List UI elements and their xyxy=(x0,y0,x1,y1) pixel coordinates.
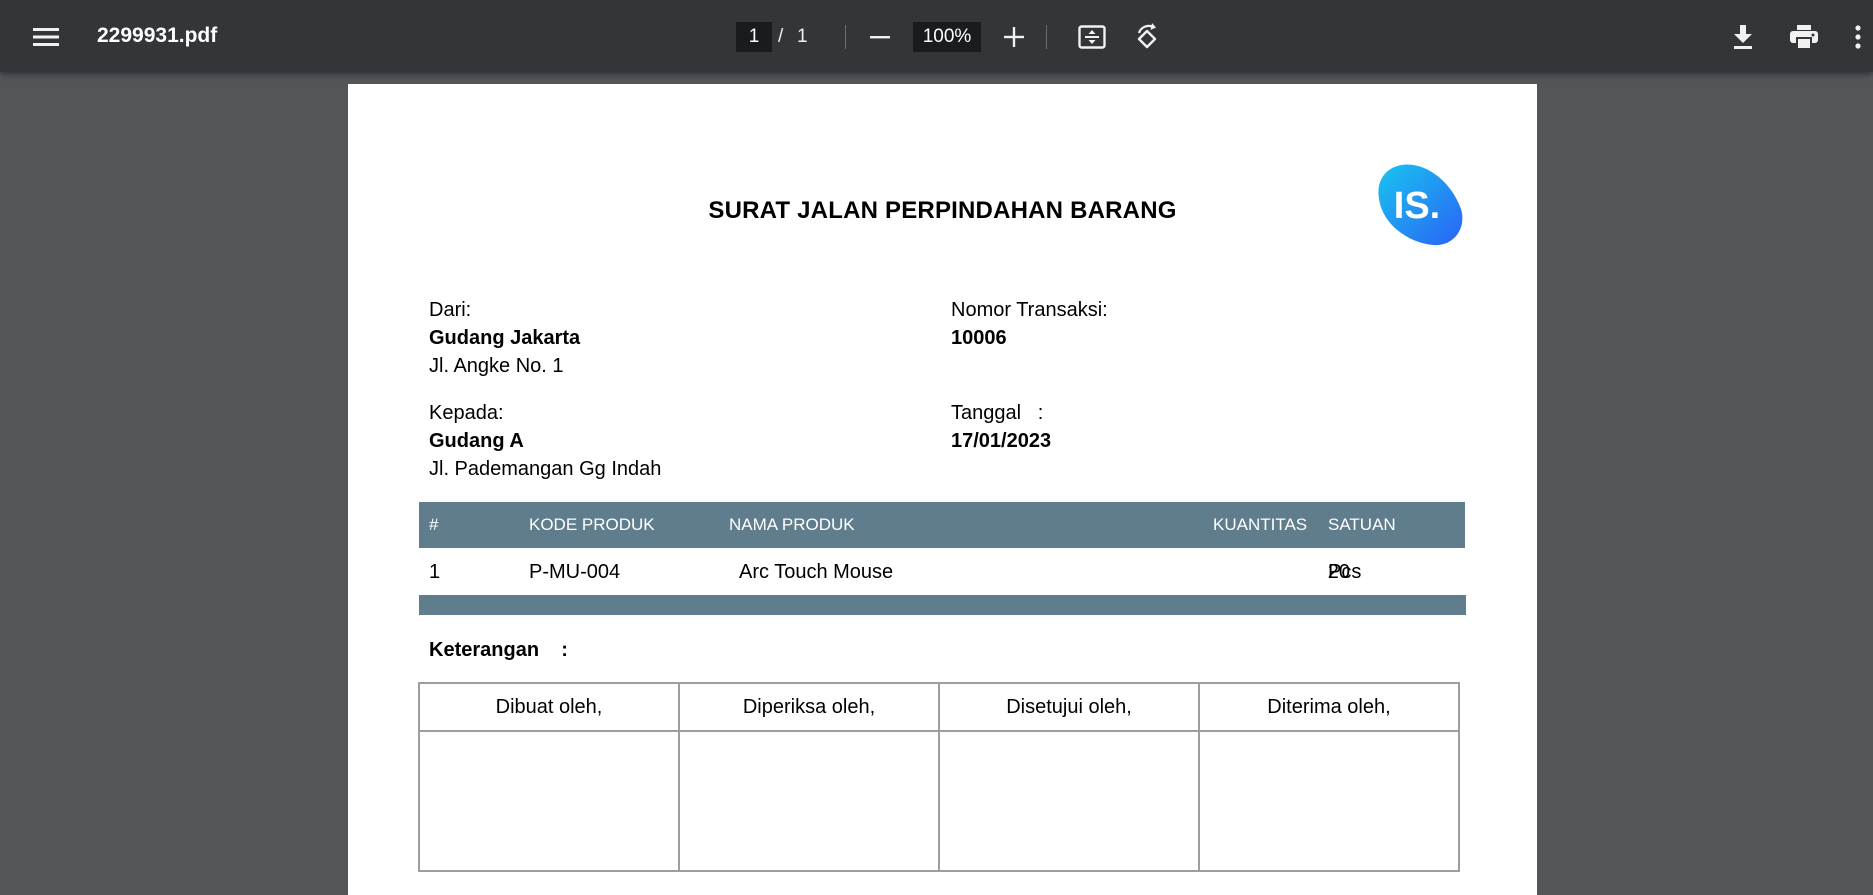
pdf-toolbar: 2299931.pdf 1 / 1 100% xyxy=(0,0,1873,72)
more-options-icon[interactable] xyxy=(1843,17,1873,57)
signature-box-created xyxy=(418,730,680,872)
fit-page-icon[interactable] xyxy=(1072,17,1112,57)
zoom-level-input[interactable]: 100% xyxy=(913,22,981,52)
signature-header-approved: Disetujui oleh, xyxy=(938,682,1200,732)
signature-box-checked xyxy=(678,730,940,872)
to-warehouse-name: Gudang A xyxy=(429,430,524,452)
total-pages: 1 xyxy=(797,26,808,47)
page-separator: / xyxy=(778,26,784,47)
file-title: 2299931.pdf xyxy=(97,24,218,47)
rotate-icon[interactable] xyxy=(1127,17,1167,57)
menu-icon[interactable] xyxy=(26,17,66,57)
signature-box-received xyxy=(1198,730,1460,872)
signature-box-approved xyxy=(938,730,1200,872)
to-label: Kepada: xyxy=(429,402,504,424)
row-number: 1 xyxy=(429,561,441,583)
logo-text: IS. xyxy=(1394,185,1440,227)
date-label: Tanggal : xyxy=(951,402,1044,424)
company-logo: IS. xyxy=(1378,164,1463,246)
current-page-input[interactable]: 1 xyxy=(736,22,772,52)
download-icon[interactable] xyxy=(1723,17,1763,57)
notes-label: Keterangan : xyxy=(429,639,568,661)
transaction-number-label: Nomor Transaksi: xyxy=(951,299,1108,321)
toolbar-divider xyxy=(1046,25,1047,49)
row-product-name: Arc Touch Mouse xyxy=(739,561,894,583)
signature-header-received: Diterima oleh, xyxy=(1198,682,1460,732)
row-unit: Pcs xyxy=(1328,561,1362,583)
signature-table: Dibuat oleh, Diperiksa oleh, Disetujui o… xyxy=(418,682,1460,872)
document-title: SURAT JALAN PERPINDAHAN BARANG xyxy=(708,197,1177,224)
from-label: Dari: xyxy=(429,299,472,321)
transaction-number-value: 10006 xyxy=(951,327,1007,349)
toolbar-divider xyxy=(845,25,846,49)
column-header-unit: SATUAN xyxy=(1328,515,1396,534)
items-table-header: # KODE PRODUK NAMA PRODUK KUANTITAS SATU… xyxy=(419,502,1465,548)
items-table-footer xyxy=(419,595,1466,615)
column-header-product-name: NAMA PRODUK xyxy=(729,515,855,534)
signature-header-checked: Diperiksa oleh, xyxy=(678,682,940,732)
date-value: 17/01/2023 xyxy=(951,430,1052,452)
signature-header-created: Dibuat oleh, xyxy=(418,682,680,732)
column-header-quantity: KUANTITAS xyxy=(1213,515,1308,534)
row-product-code: P-MU-004 xyxy=(529,561,621,583)
from-address: Jl. Angke No. 1 xyxy=(429,355,564,377)
pdf-page: SURAT JALAN PERPINDAHAN BARANG IS. Dari:… xyxy=(348,84,1537,895)
from-warehouse-name: Gudang Jakarta xyxy=(429,327,581,349)
zoom-out-icon[interactable] xyxy=(860,17,900,57)
zoom-in-icon[interactable] xyxy=(994,17,1034,57)
column-header-product-code: KODE PRODUK xyxy=(529,515,655,534)
column-header-number: # xyxy=(429,515,439,534)
print-icon[interactable] xyxy=(1784,17,1824,57)
to-address: Jl. Pademangan Gg Indah xyxy=(429,458,662,480)
